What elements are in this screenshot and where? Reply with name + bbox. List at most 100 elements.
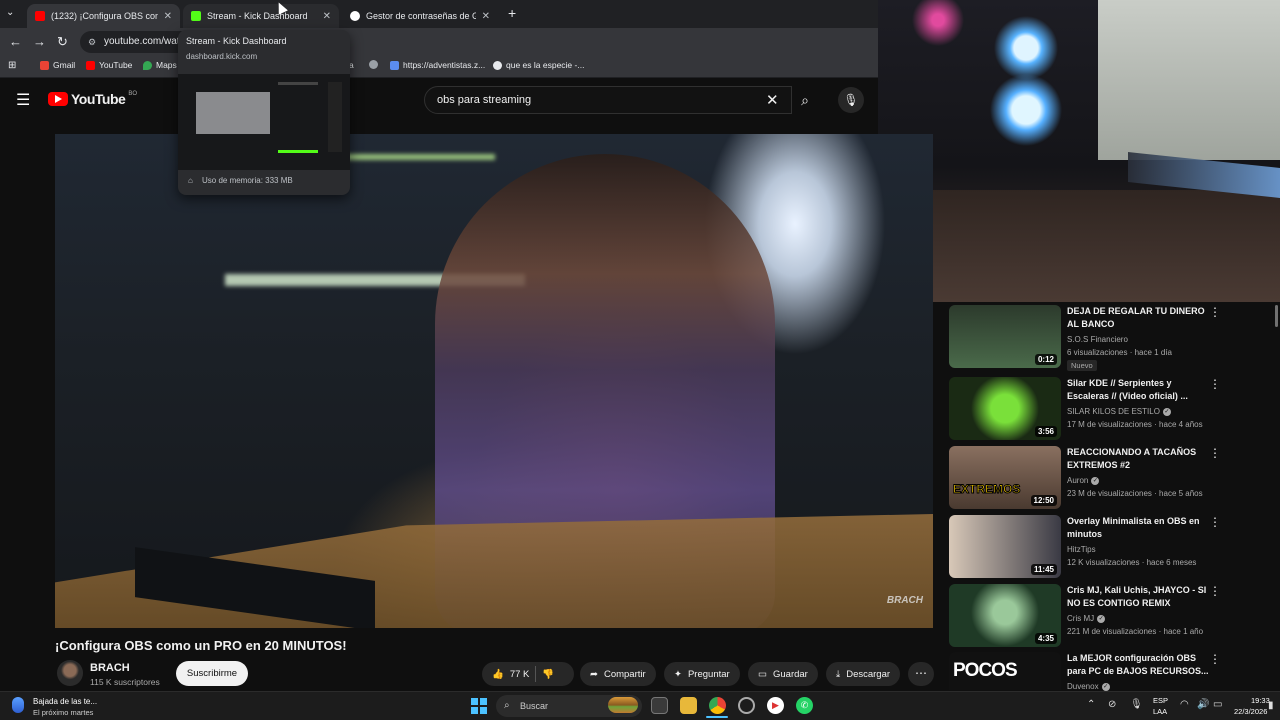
download-button[interactable]: ⤓ Descargar	[826, 662, 901, 686]
recommendation-item[interactable]: 4:35 Cris MJ, Kali Uchis, JHAYCO - SI NO…	[949, 584, 1249, 648]
search-icon[interactable]: ⌕	[790, 86, 820, 114]
address-bar[interactable]: ⚙ youtube.com/wat	[80, 31, 182, 53]
recommendation-title[interactable]: REACCIONANDO A TACAÑOS EXTREMOS #2	[1067, 446, 1209, 472]
recommendation-item[interactable]: POCOS La MEJOR configuración OBS para PC…	[949, 652, 1249, 691]
channel-name[interactable]: BRACH	[90, 662, 130, 674]
site-info-icon[interactable]: ⚙	[88, 31, 96, 53]
maps-icon	[143, 60, 152, 70]
bookmark-youtube[interactable]: YouTube	[86, 60, 132, 70]
file-explorer-icon[interactable]	[680, 697, 697, 714]
recommendation-title[interactable]: DEJA DE REGALAR TU DINERO AL BANCO	[1067, 305, 1209, 331]
tray-overflow-icon[interactable]: ⌃	[1087, 699, 1095, 710]
avatar[interactable]	[57, 660, 83, 686]
more-options-icon[interactable]: ⋯	[908, 662, 934, 686]
kebab-menu-icon[interactable]: ⋮	[1209, 652, 1221, 666]
recommendation-title[interactable]: La MEJOR configuración OBS para PC de BA…	[1067, 652, 1209, 678]
tab-youtube[interactable]: (1232) ¡Configura OBS como u ✕	[27, 4, 180, 28]
kebab-menu-icon[interactable]: ⋮	[1209, 515, 1221, 529]
tab-search-icon[interactable]: ⌄	[6, 7, 14, 18]
recommendation-channel[interactable]: Auron ✓	[1067, 476, 1100, 485]
notification-icon[interactable]: ▮	[1268, 700, 1274, 711]
recommendation-meta: 221 M de visualizaciones · hace 1 año	[1067, 627, 1204, 636]
recommendation-title[interactable]: Overlay Minimalista en OBS en minutos	[1067, 515, 1209, 541]
recommendation-item[interactable]: 0:12 DEJA DE REGALAR TU DINERO AL BANCO …	[949, 305, 1249, 371]
bookmark-globe[interactable]	[369, 60, 378, 69]
whatsapp-icon[interactable]: ✆	[796, 697, 813, 714]
kebab-menu-icon[interactable]: ⋮	[1209, 377, 1221, 391]
video-thumbnail[interactable]: EXTREMOS 12:50	[949, 446, 1061, 509]
webcam-monitor	[1098, 0, 1280, 160]
video-thumbnail[interactable]: 11:45	[949, 515, 1061, 578]
video-player[interactable]: BRACH	[55, 134, 933, 628]
forward-icon[interactable]: →	[33, 34, 46, 49]
menu-icon[interactable]: ☰	[16, 90, 30, 110]
apps-grid-icon[interactable]: ⊞	[8, 60, 16, 71]
close-icon[interactable]: ✕	[482, 11, 490, 22]
kebab-menu-icon[interactable]: ⋮	[1209, 305, 1221, 319]
language-indicator[interactable]: ESP	[1153, 696, 1168, 705]
windows-start-icon[interactable]	[471, 698, 487, 714]
ask-button[interactable]: ✦ Preguntar	[664, 662, 740, 686]
video-thumbnail[interactable]: POCOS	[949, 652, 1061, 690]
clock-time[interactable]: 19:33	[1251, 696, 1270, 705]
microphone-tray-icon[interactable]: 🎙	[1130, 699, 1143, 710]
save-button[interactable]: ▭ Guardar	[748, 662, 818, 686]
media-player-icon[interactable]: ▶	[767, 697, 784, 714]
clear-search-icon[interactable]: ✕	[766, 91, 779, 109]
network-off-icon[interactable]: ⊘	[1108, 699, 1116, 710]
microphone-icon[interactable]: 🎙	[838, 87, 864, 113]
recommendation-channel[interactable]: Cris MJ ✓	[1067, 614, 1106, 623]
volume-icon[interactable]: 🔊	[1197, 699, 1209, 710]
video-thumbnail[interactable]: 4:35	[949, 584, 1061, 647]
recommendation-item[interactable]: 11:45 Overlay Minimalista en OBS en minu…	[949, 515, 1249, 579]
verified-icon: ✓	[1091, 476, 1100, 485]
bookmark-gmail[interactable]: Gmail	[40, 60, 75, 70]
reload-icon[interactable]: ↻	[57, 34, 68, 50]
kebab-menu-icon[interactable]: ⋮	[1209, 584, 1221, 598]
chrome-icon[interactable]	[709, 697, 726, 714]
close-icon[interactable]: ✕	[323, 11, 331, 22]
keyboard-layout[interactable]: LAA	[1153, 707, 1167, 716]
youtube-logo[interactable]: YouTube BO	[48, 91, 137, 107]
bookmark-especie[interactable]: que es la especie -...	[493, 60, 584, 70]
weather-title[interactable]: Bajada de las te...	[33, 697, 97, 706]
weather-subtitle[interactable]: El próximo martes	[33, 708, 93, 717]
search-highlight-icon[interactable]	[608, 697, 638, 713]
dislike-icon[interactable]: 👎	[542, 669, 554, 680]
recommendation-channel[interactable]: SILAR KILOS DE ESTILO ✓	[1067, 407, 1171, 416]
recommendation-title[interactable]: Cris MJ, Kali Uchis, JHAYCO - SI NO ES C…	[1067, 584, 1209, 610]
recommendation-channel[interactable]: HitzTips	[1067, 545, 1096, 554]
recommendation-title[interactable]: Silar KDE // Serpientes y Escaleras // (…	[1067, 377, 1209, 403]
clock-date[interactable]: 22/3/2026	[1234, 707, 1267, 716]
wifi-icon[interactable]: ◠	[1180, 699, 1189, 710]
subscribe-button[interactable]: Suscribirme	[176, 661, 248, 686]
page-scrollbar[interactable]	[1275, 305, 1278, 327]
divider	[535, 666, 537, 682]
obs-icon[interactable]	[738, 697, 755, 714]
video-thumbnail[interactable]: 0:12	[949, 305, 1061, 368]
bookmark-adventistas[interactable]: https://adventistas.z...	[390, 60, 485, 70]
new-tab-button[interactable]: +	[508, 5, 516, 21]
back-icon[interactable]: ←	[9, 34, 22, 49]
close-icon[interactable]: ✕	[164, 11, 172, 22]
country-code: BO	[128, 91, 137, 97]
weather-icon[interactable]	[12, 697, 24, 713]
recommendation-channel[interactable]: S.O.S Financiero	[1067, 335, 1128, 344]
recommendation-channel[interactable]: Duvenox ✓	[1067, 682, 1110, 691]
globe-icon	[369, 60, 378, 69]
recommendation-item[interactable]: EXTREMOS 12:50 REACCIONANDO A TACAÑOS EX…	[949, 446, 1249, 510]
bookmark-maps[interactable]: Maps	[143, 60, 177, 70]
search-placeholder: Buscar	[520, 701, 549, 711]
search-input[interactable]: obs para streaming	[424, 86, 792, 114]
subscriber-count: 115 K suscriptores	[90, 677, 160, 687]
task-view-icon[interactable]	[651, 697, 668, 714]
recommendation-item[interactable]: 3:56 Silar KDE // Serpientes y Escaleras…	[949, 377, 1249, 441]
video-thumbnail[interactable]: 3:56	[949, 377, 1061, 440]
battery-icon[interactable]: ▭	[1213, 699, 1222, 710]
kebab-menu-icon[interactable]: ⋮	[1209, 446, 1221, 460]
like-icon[interactable]: 👍	[492, 669, 504, 680]
tab-kick-dashboard[interactable]: Stream - Kick Dashboard ✕	[183, 4, 339, 28]
like-count[interactable]: 77 K	[510, 669, 530, 680]
share-button[interactable]: ➦ Compartir	[580, 662, 656, 686]
tab-password-manager[interactable]: Gestor de contraseñas de Goog ✕	[342, 4, 498, 28]
